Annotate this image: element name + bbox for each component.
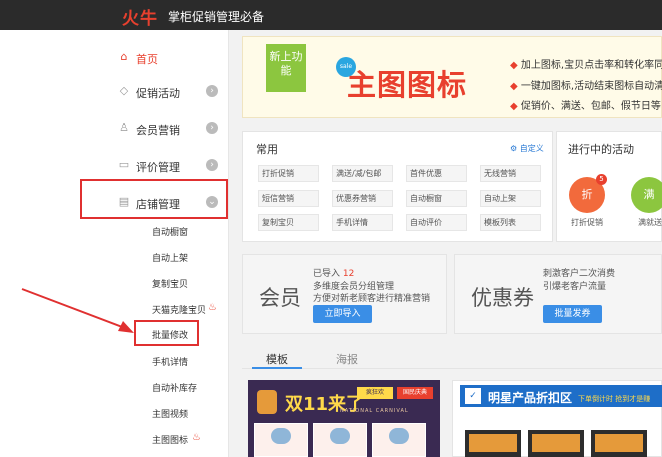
banner-title: 主图图标 [347, 68, 468, 102]
customize-link[interactable]: ⚙ 自定义 [510, 143, 544, 154]
quick-button[interactable]: 优惠券营销 [332, 190, 393, 207]
product-thumb [591, 430, 647, 457]
check-icon: ✓ [465, 388, 481, 404]
tab-divider [242, 368, 662, 369]
quick-button[interactable]: 手机详情 [332, 214, 393, 231]
product-thumb [313, 423, 367, 457]
coupon-desc: 引爆老客户流量 [543, 282, 607, 292]
coupon-word: 优惠券 [471, 286, 534, 310]
member-desc: 方便对新老顾客进行精准营销 [313, 294, 431, 304]
product-thumb [465, 430, 521, 457]
template-tag: 国民庆典 [397, 387, 433, 399]
quick-button[interactable]: 满送/减/包邮 [332, 165, 393, 182]
quick-button[interactable]: 打折促销 [258, 165, 319, 182]
batch-coupon-button[interactable]: 批量发券 [543, 305, 602, 323]
activities-title: 进行中的活动 [568, 143, 634, 156]
member-imported: 已导入 12 [313, 269, 355, 279]
banner-bullet: ◆ 促销价、满送、包邮、假节日等 [510, 101, 661, 112]
doll-graphic [257, 390, 277, 414]
quick-button[interactable]: 短信营销 [258, 190, 319, 207]
template-subtitle: NATIONAL CARNIVAL [340, 408, 409, 414]
quick-button[interactable]: 自动评价 [406, 214, 467, 231]
activity-label: 满就送 [638, 218, 662, 227]
template-headline: 明星产品折扣区 [488, 391, 573, 405]
tab-posters[interactable]: 海报 [336, 351, 358, 367]
common-title: 常用 [256, 143, 278, 156]
quick-button[interactable]: 复制宝贝 [258, 214, 319, 231]
product-thumb [528, 430, 584, 457]
quick-button[interactable]: 模板列表 [480, 214, 541, 231]
new-feature-badge: 新上功能 [266, 44, 306, 92]
member-word: 会员 [259, 286, 301, 310]
banner-bullet: ◆ 加上图标,宝贝点击率和转化率同 [510, 60, 662, 71]
coupon-desc: 刺激客户二次消费 [543, 269, 616, 279]
tab-active-underline [252, 367, 302, 369]
fullgift-activity-icon[interactable]: 满 [631, 177, 662, 213]
import-now-button[interactable]: 立即导入 [313, 305, 372, 323]
template-subtitle: 下单倒计时 抢到才是赚 [578, 395, 651, 403]
activity-count-badge: 5 [596, 174, 607, 185]
quick-button[interactable]: 自动橱窗 [406, 190, 467, 207]
product-thumb [254, 423, 308, 457]
quick-button[interactable]: 首件优惠 [406, 165, 467, 182]
quick-button[interactable]: 自动上架 [480, 190, 541, 207]
template-tag: 疯狂欢 [357, 387, 393, 399]
product-thumb [372, 423, 426, 457]
tab-templates[interactable]: 模板 [266, 351, 288, 367]
banner-bullet: ◆ 一键加图标,活动结束图标自动清 [510, 81, 662, 92]
activity-label: 打折促销 [571, 218, 603, 227]
quick-button[interactable]: 无线营销 [480, 165, 541, 182]
